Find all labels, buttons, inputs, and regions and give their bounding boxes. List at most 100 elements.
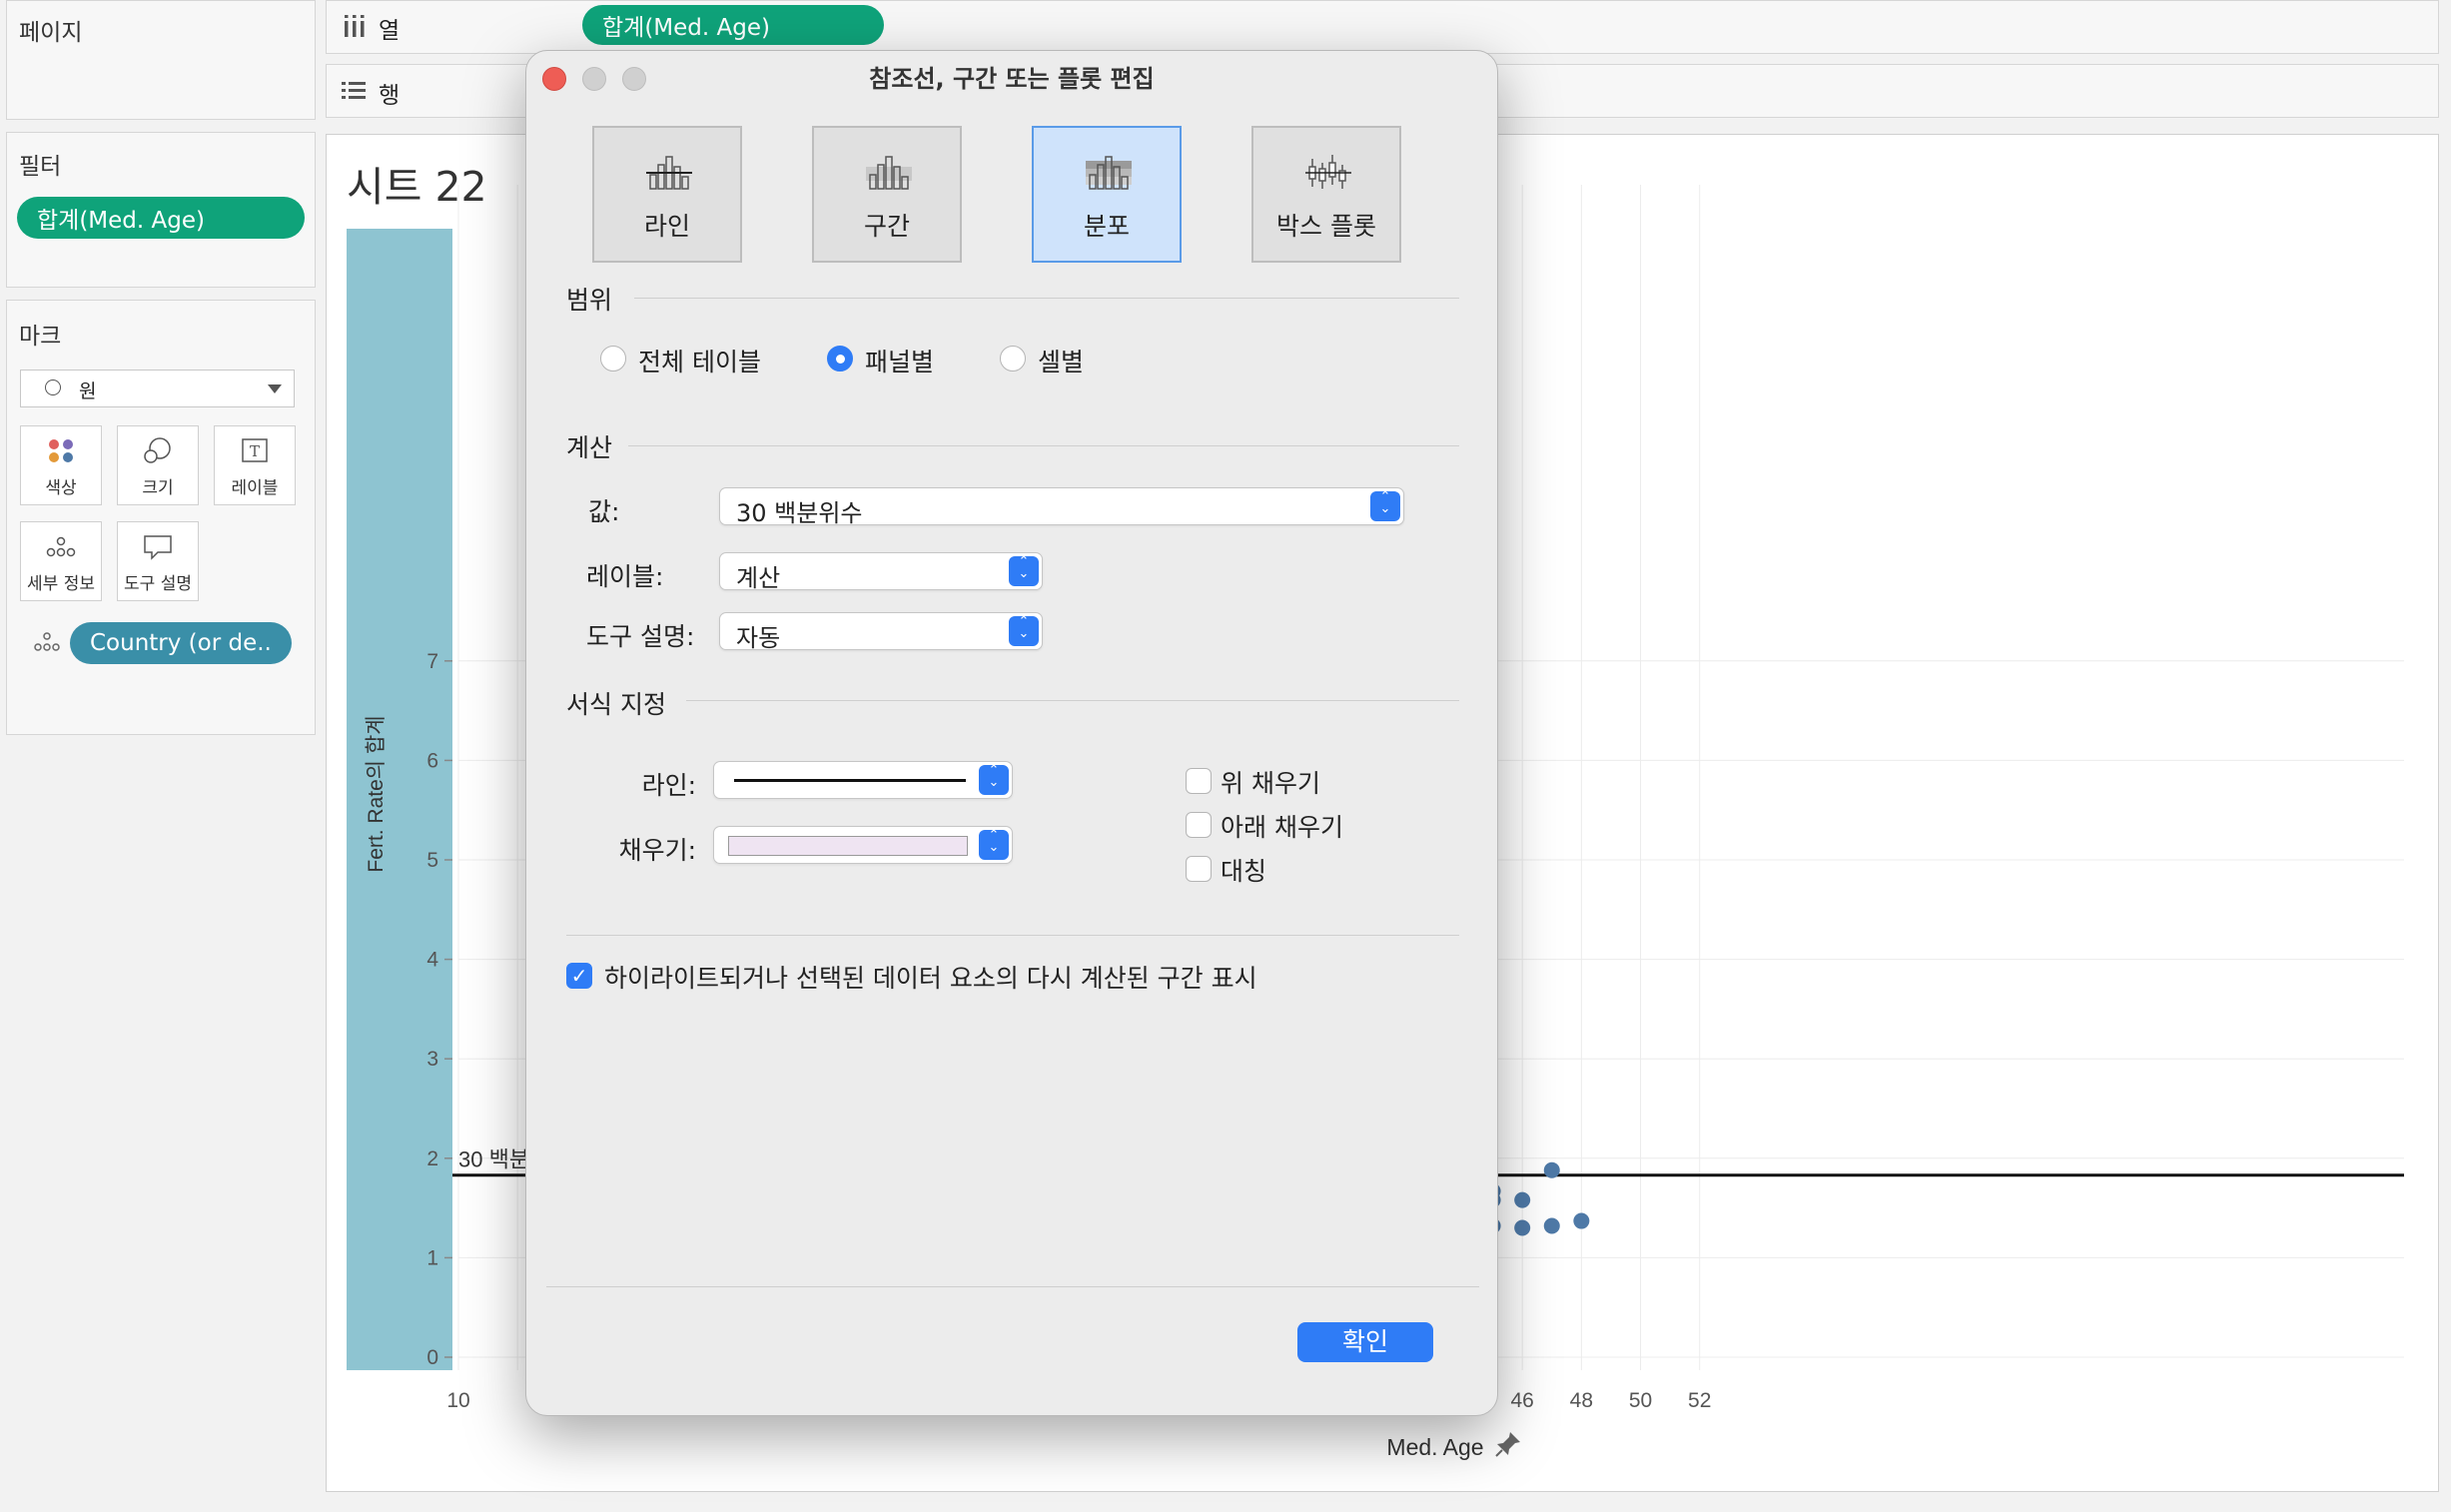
tooltip-select-text: 자동 [736, 624, 781, 652]
chevron-down-icon [268, 384, 282, 393]
scope-label-table[interactable]: 전체 테이블 [638, 343, 761, 378]
y-tick-label: 3 [426, 1048, 438, 1071]
pin-icon[interactable] [1493, 1429, 1523, 1463]
color-card[interactable]: 색상 [20, 425, 102, 505]
mark-type-dropdown[interactable]: 원 [20, 370, 295, 407]
pages-panel: 페이지 [6, 0, 316, 120]
y-tick-label: 4 [426, 949, 438, 972]
y-tick-label: 2 [426, 1147, 438, 1170]
box-plot-icon [1305, 155, 1351, 189]
ok-button[interactable]: 확인 [1297, 1322, 1433, 1362]
y-axis-label: Fert. Rate의 합계 [365, 715, 388, 872]
x-tick-label: 10 [446, 1389, 469, 1412]
detail-card-label: 세부 정보 [27, 574, 95, 594]
type-boxplot-button[interactable]: 박스 플롯 [1251, 126, 1401, 263]
distribution-band [347, 229, 452, 1370]
line-field-label: 라인: [641, 771, 696, 800]
scope-label-cell[interactable]: 셀별 [1038, 343, 1084, 378]
x-tick-label: 50 [1629, 1389, 1652, 1412]
scope-radio-pane[interactable] [827, 346, 853, 372]
highlight-label[interactable]: 하이라이트되거나 선택된 데이터 요소의 다시 계산된 구간 표시 [604, 959, 1257, 995]
band-chart-icon [866, 156, 912, 190]
marks-title: 마크 [19, 324, 62, 350]
scope-label-pane[interactable]: 패널별 [865, 343, 934, 378]
highlight-checkbox[interactable]: ✓ [566, 963, 592, 989]
columns-shelf: 열 합계(Med. Age) [326, 0, 2439, 54]
stepper-icon: ⌃ ⌄ [979, 764, 1009, 795]
line-style-select[interactable]: ⌃ ⌄ [713, 761, 1013, 799]
detail-icon [21, 532, 101, 562]
tooltip-field-label: 도구 설명: [586, 622, 695, 651]
stepper-icon: ⌃ ⌄ [1009, 615, 1039, 646]
columns-icon [343, 13, 367, 43]
calc-section-label: 계산 [566, 433, 613, 462]
symmetric-label[interactable]: 대칭 [1221, 852, 1266, 888]
columns-label: 열 [379, 18, 401, 44]
value-select-text: 30 백분위수 [736, 499, 863, 527]
color-card-label: 색상 [45, 478, 77, 498]
type-line-label: 라인 [643, 212, 690, 241]
pages-title: 페이지 [19, 20, 83, 46]
columns-pill[interactable]: 합계(Med. Age) [582, 5, 884, 45]
detail-card[interactable]: 세부 정보 [20, 521, 102, 601]
type-band-label: 구간 [863, 212, 910, 241]
size-icon [118, 436, 198, 466]
reference-line-label: 30 백분 [458, 1147, 529, 1172]
fill-color-select[interactable]: ⌃ ⌄ [713, 826, 1013, 864]
dialog-title: 참조선, 구간 또는 플롯 편집 [869, 65, 1155, 93]
value-select[interactable]: 30 백분위수 ⌃ ⌄ [719, 487, 1404, 527]
y-tick-label: 0 [426, 1346, 438, 1369]
fill-above-label[interactable]: 위 채우기 [1221, 764, 1320, 800]
size-card-label: 크기 [142, 478, 174, 498]
distribution-chart-icon [1086, 156, 1132, 190]
label-select-text: 계산 [736, 564, 781, 592]
type-band-button[interactable]: 구간 [812, 126, 962, 263]
label-field-label: 레이블: [586, 562, 664, 591]
tooltip-card[interactable]: 도구 설명 [117, 521, 199, 601]
stepper-icon: ⌃ ⌄ [979, 829, 1009, 860]
label-card-label: 레이블 [231, 478, 279, 498]
format-divider [686, 700, 1459, 701]
size-card[interactable]: 크기 [117, 425, 199, 505]
footer-divider [546, 1286, 1479, 1287]
y-tick-label: 7 [426, 650, 438, 673]
tooltip-select[interactable]: 자동 ⌃ ⌄ [719, 612, 1043, 652]
y-tick-label: 5 [426, 849, 438, 872]
type-boxplot-label: 박스 플롯 [1276, 212, 1376, 241]
fill-above-checkbox[interactable] [1186, 768, 1212, 794]
rows-icon [341, 79, 367, 107]
y-tick-label: 1 [426, 1246, 438, 1269]
marks-panel: 마크 [6, 300, 316, 735]
line-chart-icon [646, 156, 692, 190]
stepper-icon: ⌃ ⌄ [1370, 490, 1400, 521]
data-point [1514, 1219, 1531, 1236]
tooltip-card-label: 도구 설명 [124, 574, 192, 594]
calc-divider [628, 445, 1459, 446]
fill-below-label[interactable]: 아래 채우기 [1221, 808, 1343, 844]
speech-bubble-icon [118, 532, 198, 562]
data-point [1543, 1217, 1560, 1234]
data-point [1514, 1191, 1531, 1208]
dialog-titlebar: 참조선, 구간 또는 플롯 편집 [526, 51, 1497, 103]
label-select[interactable]: 계산 ⌃ ⌄ [719, 552, 1043, 592]
scope-radio-cell[interactable] [1000, 346, 1026, 372]
filter-pill[interactable]: 합계(Med. Age) [17, 197, 305, 239]
label-card[interactable]: T 레이블 [214, 425, 296, 505]
highlight-divider [566, 935, 1459, 936]
palette-icon [21, 436, 101, 466]
y-tick-label: 6 [426, 749, 438, 772]
symmetric-checkbox[interactable] [1186, 856, 1212, 882]
filters-panel: 필터 합계(Med. Age) [6, 132, 316, 288]
type-distribution-button[interactable]: 분포 [1032, 126, 1182, 263]
detail-pill-country[interactable]: Country (or de.. [70, 622, 292, 664]
data-point [1543, 1161, 1560, 1178]
fill-field-label: 채우기: [618, 836, 696, 865]
scope-radio-table[interactable] [600, 346, 626, 372]
type-line-button[interactable]: 라인 [592, 126, 742, 263]
fill-below-checkbox[interactable] [1186, 812, 1212, 838]
format-section-label: 서식 지정 [566, 690, 666, 719]
stepper-icon: ⌃ ⌄ [1009, 555, 1039, 586]
x-axis-label: Med. Age [1386, 1434, 1483, 1460]
x-tick-label: 52 [1688, 1389, 1711, 1412]
filters-title: 필터 [19, 154, 62, 180]
